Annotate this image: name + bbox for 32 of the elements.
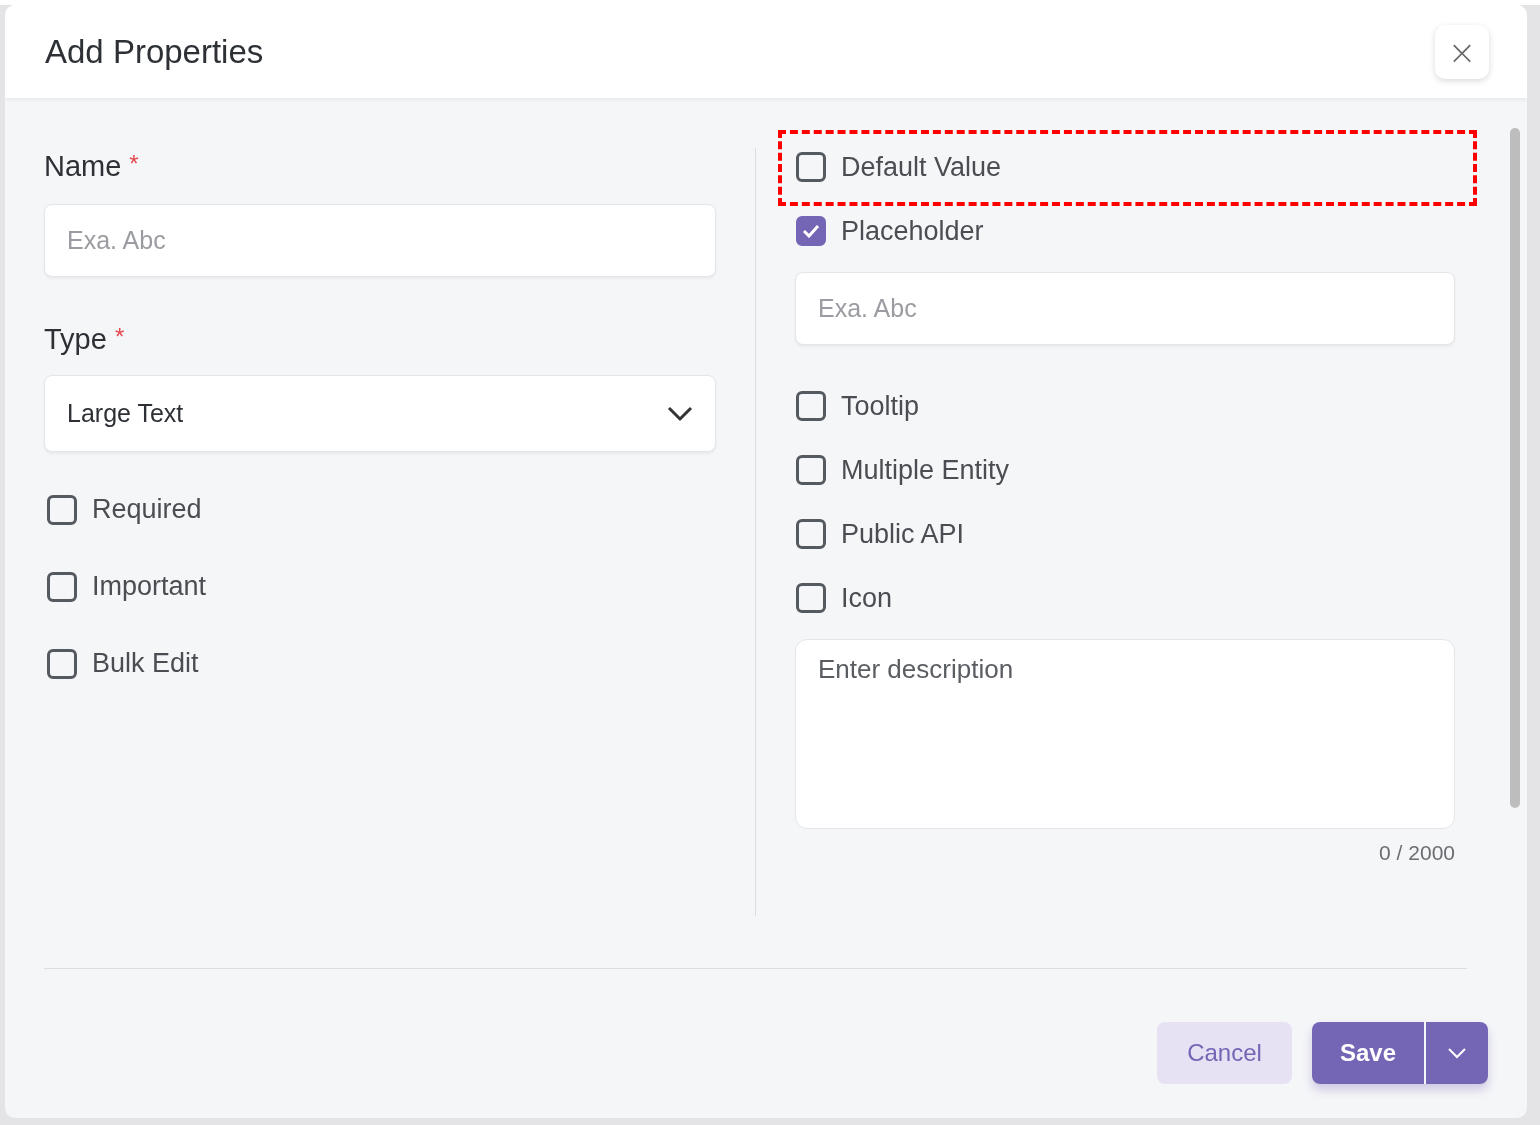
- checkbox-label: Default Value: [841, 151, 1002, 183]
- checkbox[interactable]: [47, 648, 77, 679]
- checkbox[interactable]: [796, 583, 826, 613]
- checkbox-label: Required: [92, 494, 202, 525]
- checkbox[interactable]: [796, 391, 826, 421]
- checkbox[interactable]: [796, 152, 826, 182]
- field-label: Type *: [44, 323, 126, 357]
- close-button[interactable]: ×: [1435, 24, 1489, 79]
- checkbox-label: Bulk Edit: [92, 648, 199, 679]
- checkbox[interactable]: [47, 494, 77, 525]
- checkbox-label: Icon: [841, 582, 893, 614]
- chevron-down-icon: [667, 405, 693, 422]
- checkmark-icon: [802, 224, 820, 238]
- placeholder-input-field[interactable]: Exa. Abc: [795, 272, 1455, 345]
- checkbox-label: Multiple Entity: [841, 454, 1010, 486]
- type-dropdown[interactable]: Large Text: [44, 375, 716, 452]
- checkbox-label: Public API: [841, 518, 965, 550]
- cancel-button[interactable]: Cancel: [1157, 1022, 1292, 1084]
- name-input-field[interactable]: Exa. Abc: [44, 204, 716, 277]
- checkbox-label: Tooltip: [841, 390, 920, 422]
- description-textarea[interactable]: Enter description: [795, 639, 1455, 829]
- checkbox-label: Important: [92, 571, 207, 602]
- field-label: Name *: [44, 150, 140, 184]
- checkbox-label: Placeholder: [841, 215, 984, 247]
- checkbox[interactable]: [796, 519, 826, 549]
- checkbox[interactable]: [796, 455, 826, 485]
- chevron-down-icon: [1447, 1047, 1467, 1059]
- character-counter: 0 / 2000: [1379, 841, 1455, 865]
- dialog-title: Add Properties: [45, 32, 264, 71]
- save-button[interactable]: Save: [1312, 1022, 1424, 1084]
- checkbox[interactable]: [47, 571, 77, 602]
- checkbox[interactable]: [796, 216, 826, 246]
